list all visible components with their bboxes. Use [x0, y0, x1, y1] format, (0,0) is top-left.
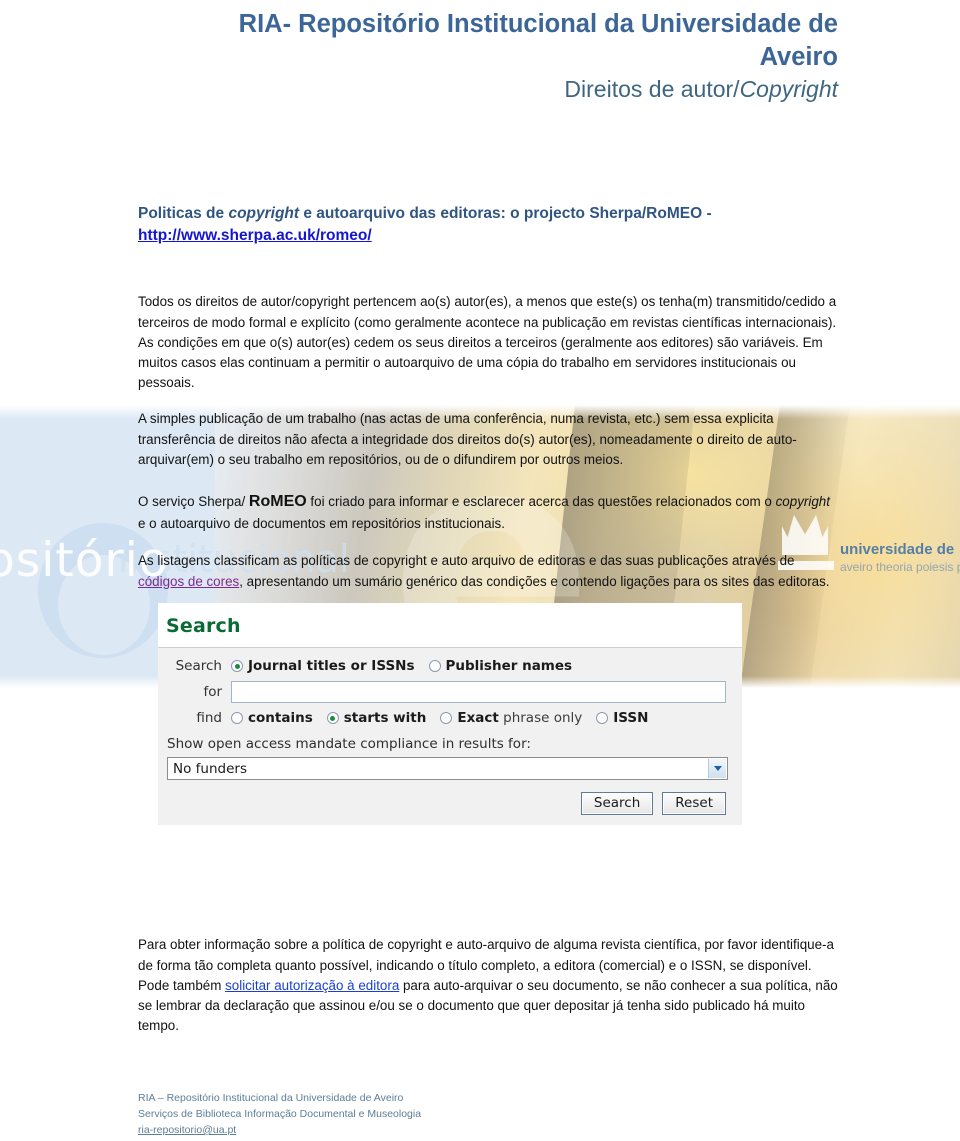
paragraph-romeo-service: O serviço Sherpa/ RoMEO foi criado para …: [138, 490, 838, 534]
footer-line-1: RIA – Repositório Institucional da Unive…: [138, 1092, 404, 1104]
sherpa-query-row: for: [164, 681, 732, 703]
exact-rest: phrase only: [498, 710, 583, 726]
footer-line-2: Serviços de Biblioteca Informação Docume…: [138, 1107, 422, 1120]
p5-part-b: Pode também: [138, 977, 226, 993]
exact-word: Exact: [457, 710, 499, 726]
sherpa-find-row: find contains starts with Exact phrase o…: [164, 710, 732, 726]
section-heading: Politicas de copyright e autoarquivo das…: [138, 203, 838, 247]
radio-publisher-names[interactable]: [428, 660, 441, 672]
radio-exact-phrase[interactable]: [440, 712, 453, 724]
paragraph-request-info: Para obter informação sobre a política d…: [138, 935, 838, 1036]
footer: RIA – Repositório Institucional da Unive…: [138, 1091, 838, 1139]
p3-italic-copyright: copyright: [775, 494, 830, 510]
section-heading-part-b: e autoarquivo das editoras: o projecto S…: [299, 205, 712, 222]
romeo-brand: RoMEO: [248, 493, 307, 511]
radio-contains-label[interactable]: contains: [248, 710, 313, 726]
sherpa-funder-select[interactable]: No funders: [167, 757, 728, 780]
request-publisher-authorization-link[interactable]: solicitar autorização à editora: [225, 978, 399, 993]
p3-part-c: e o autoarquivo de documentos em reposit…: [138, 516, 505, 532]
ua-logo-line1: universidade de: [840, 541, 955, 558]
page-subtitle-plain: Direitos de autor/: [564, 76, 740, 103]
sherpa-search-title: Search: [166, 615, 241, 637]
radio-starts-with-label[interactable]: starts with: [344, 710, 427, 726]
section-heading-italic: copyright: [228, 205, 300, 222]
chevron-down-icon[interactable]: [708, 759, 726, 778]
p3-part-a: O serviço Sherpa/: [138, 494, 249, 510]
p3-part-b: foi criado para informar e esclarecer ac…: [306, 494, 776, 510]
sherpa-search-widget: Search Search Journal titles or ISSNs Pu…: [158, 603, 742, 839]
radio-publisher-names-label[interactable]: Publisher names: [446, 658, 573, 674]
page-subtitle-italic: Copyright: [739, 76, 838, 103]
ua-logo-line2: aveiro theoria poiesis praxis: [840, 560, 960, 574]
radio-issn-label[interactable]: ISSN: [613, 710, 648, 726]
sherpa-for-label: for: [203, 684, 222, 700]
radio-exact-phrase-label[interactable]: Exact phrase only: [457, 710, 582, 726]
sherpa-search-label: Search: [175, 658, 222, 674]
radio-issn[interactable]: [596, 712, 609, 724]
sherpa-find-label: find: [196, 710, 222, 726]
radio-contains[interactable]: [231, 712, 243, 724]
sherpa-search-type-row: Search Journal titles or ISSNs Publisher…: [164, 658, 732, 674]
sherpa-query-input[interactable]: [231, 681, 726, 703]
page-subtitle: Direitos de autor/Copyright: [0, 75, 960, 105]
radio-starts-with[interactable]: [326, 712, 339, 724]
color-codes-link[interactable]: códigos de cores: [138, 574, 239, 589]
sherpa-reset-button[interactable]: Reset: [662, 792, 726, 815]
sherpa-button-row: Search Reset: [164, 780, 732, 815]
paragraph-listings: As listagens classificam as políticas de…: [138, 551, 838, 591]
radio-journal-titles[interactable]: [231, 660, 243, 672]
sherpa-funder-selected-value: No funders: [173, 760, 247, 777]
sherpa-search-button[interactable]: Search: [580, 792, 654, 815]
sherpa-search-panel: Search Journal titles or ISSNs Publisher…: [158, 647, 742, 825]
radio-journal-titles-label[interactable]: Journal titles or ISSNs: [248, 658, 415, 674]
paragraph-publication: A simples publicação de um trabalho (nas…: [138, 411, 797, 467]
p4-part-b: , apresentando um sumário genérico das c…: [239, 573, 830, 589]
page-content: RIA- Repositório Institucional da Univer…: [0, 0, 960, 1136]
p5-part-a: Para obter informação sobre a política d…: [138, 937, 834, 973]
footer-email-link[interactable]: ria-repositorio@ua.pt: [138, 1124, 236, 1136]
p4-part-a: As listagens classificam as políticas de…: [138, 553, 795, 569]
paragraph-rights: Todos os direitos de autor/copyright per…: [138, 294, 837, 390]
sherpa-mandate-note: Show open access mandate compliance in r…: [167, 736, 531, 752]
sherpa-romeo-link[interactable]: http://www.sherpa.ac.uk/romeo/: [138, 227, 372, 244]
section-heading-part-a: Politicas de: [138, 205, 229, 222]
page-title: RIA- Repositório Institucional da Univer…: [238, 10, 838, 71]
